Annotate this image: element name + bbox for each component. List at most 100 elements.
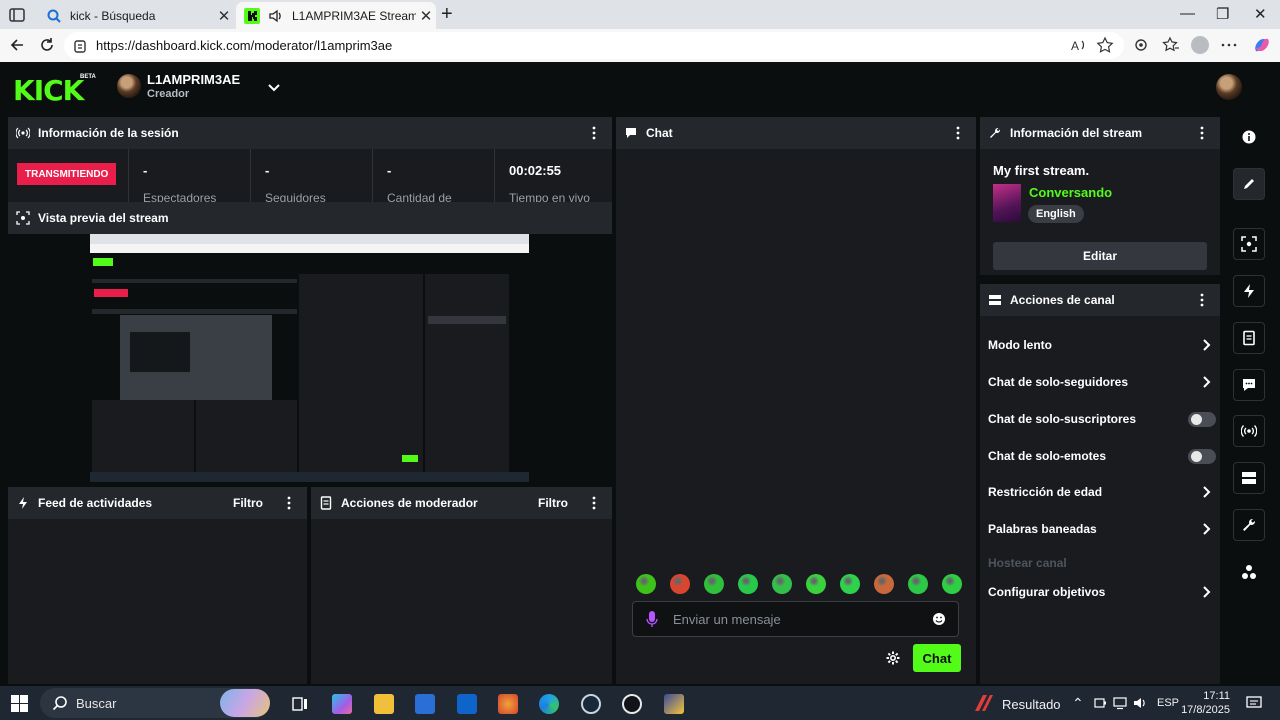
clock-time[interactable]: 17:11 <box>1196 690 1230 702</box>
edit-stream-button[interactable]: Editar <box>993 242 1207 270</box>
channel-action-item[interactable]: Chat de solo-emotes <box>988 444 1218 468</box>
window-close-icon[interactable]: ✕ <box>1254 5 1267 23</box>
emote-icon[interactable] <box>942 574 962 594</box>
emoji-picker-icon[interactable] <box>932 612 946 626</box>
emote-icon[interactable] <box>670 574 690 594</box>
info-icon[interactable] <box>1242 130 1256 144</box>
rail-stream-info-button[interactable] <box>1233 509 1265 541</box>
kebab-menu-icon[interactable] <box>281 495 297 511</box>
rail-session-button[interactable] <box>1233 415 1265 447</box>
activity-filter-button[interactable]: Filtro <box>233 496 263 510</box>
kebab-menu-icon[interactable] <box>586 495 602 511</box>
emote-icon[interactable] <box>772 574 792 594</box>
windows-start-icon[interactable] <box>11 695 28 712</box>
chat-input[interactable] <box>673 611 932 627</box>
channel-action-label: Configurar objetivos <box>988 585 1106 599</box>
rail-mod-actions-button[interactable] <box>1233 322 1265 354</box>
emote-icon[interactable] <box>704 574 724 594</box>
category-name[interactable]: Conversando <box>1029 185 1112 200</box>
results-label[interactable]: Resultado <box>1002 697 1061 712</box>
channel-action-item[interactable]: Configurar objetivos <box>988 580 1218 604</box>
lightning-icon <box>19 497 27 509</box>
chat-message-box[interactable] <box>632 601 959 637</box>
rail-channel-actions-button[interactable] <box>1233 462 1265 494</box>
kebab-menu-icon[interactable] <box>586 125 602 141</box>
tab-search[interactable]: kick - Búsqueda ✕ <box>38 2 234 29</box>
channel-action-item[interactable]: Palabras baneadas <box>988 517 1218 541</box>
emote-icon[interactable] <box>738 574 758 594</box>
stream-preview-video[interactable] <box>90 234 529 482</box>
microsoft-store-icon[interactable] <box>415 694 435 714</box>
rail-activity-button[interactable] <box>1233 275 1265 307</box>
clock-date[interactable]: 17/8/2025 <box>1172 704 1230 716</box>
profile-avatar[interactable] <box>1191 36 1209 54</box>
edge-browser-icon[interactable] <box>539 694 559 714</box>
toggle-switch[interactable] <box>1188 448 1216 464</box>
app-shortcut-icon[interactable] <box>664 694 684 714</box>
stat-value: 00:02:55 <box>509 163 562 178</box>
site-info-icon[interactable] <box>72 38 88 54</box>
file-explorer-icon[interactable] <box>374 694 394 714</box>
channel-action-label: Palabras baneadas <box>988 522 1097 536</box>
back-arrow-icon[interactable] <box>8 36 26 54</box>
favorites-icon[interactable] <box>1162 36 1180 54</box>
extension-icon[interactable] <box>1132 36 1150 54</box>
favorite-star-icon[interactable] <box>1096 36 1114 54</box>
chat-settings-gear-icon[interactable] <box>886 651 900 665</box>
chevron-right-icon <box>1203 339 1211 351</box>
close-tab-icon[interactable]: ✕ <box>416 7 436 25</box>
emote-icon[interactable] <box>874 574 894 594</box>
close-tab-icon[interactable]: ✕ <box>214 7 234 25</box>
chat-panel: Chat <box>616 117 976 684</box>
obs-studio-icon[interactable] <box>622 694 642 714</box>
speaker-icon[interactable] <box>268 8 284 24</box>
rail-preview-button[interactable] <box>1233 228 1265 260</box>
tab-kick-stream[interactable]: L1AMPRIM3AE Stream - Kick ✕ <box>236 2 436 29</box>
kick-logo[interactable]: KICK <box>13 74 84 107</box>
minimize-icon[interactable]: — <box>1180 5 1195 22</box>
channel-action-item[interactable]: Chat de solo-seguidores <box>988 370 1218 394</box>
network-icon[interactable] <box>1113 696 1127 710</box>
tab-actions-icon[interactable] <box>8 6 26 24</box>
steam-icon[interactable] <box>581 694 601 714</box>
moderator-filter-button[interactable]: Filtro <box>538 496 568 510</box>
address-bar[interactable]: https://dashboard.kick.com/moderator/l1a… <box>64 32 1124 59</box>
toggle-switch[interactable] <box>1188 411 1216 427</box>
browser-app-icon[interactable] <box>498 694 518 714</box>
tray-chevron-up-icon[interactable]: ⌃ <box>1072 695 1084 712</box>
new-tab-button[interactable]: + <box>441 3 453 26</box>
emote-icon[interactable] <box>806 574 826 594</box>
emote-icon[interactable] <box>908 574 928 594</box>
copilot-app-icon[interactable] <box>332 694 352 714</box>
user-avatar[interactable] <box>1216 74 1242 100</box>
results-app-icon[interactable] <box>973 693 995 713</box>
chat-bubble-icon <box>1243 379 1255 391</box>
layout-widgets-icon[interactable] <box>1241 564 1257 580</box>
refresh-icon[interactable] <box>38 36 56 54</box>
emote-icon[interactable] <box>636 574 656 594</box>
microphone-icon[interactable] <box>645 610 659 628</box>
volume-icon[interactable] <box>1133 696 1147 710</box>
maximize-icon[interactable]: ❐ <box>1216 5 1229 23</box>
task-view-icon[interactable] <box>290 694 310 714</box>
emote-icon[interactable] <box>840 574 860 594</box>
read-aloud-icon[interactable]: A <box>1070 36 1088 54</box>
channel-action-item[interactable]: Chat de solo-suscriptores <box>988 407 1218 431</box>
tab-title: kick - Búsqueda <box>70 8 156 23</box>
broadcast-icon <box>16 127 30 139</box>
channel-action-item[interactable]: Restricción de edad <box>988 480 1218 504</box>
beta-badge: BETA <box>80 74 96 80</box>
notifications-icon[interactable] <box>1246 695 1262 711</box>
rail-edit-button[interactable] <box>1233 168 1265 200</box>
kebab-menu-icon[interactable] <box>950 125 966 141</box>
channel-action-item[interactable]: Modo lento <box>988 333 1218 357</box>
outlook-icon[interactable] <box>457 694 477 714</box>
kebab-menu-icon[interactable] <box>1194 125 1210 141</box>
more-options-icon[interactable] <box>1220 36 1238 54</box>
send-chat-button[interactable]: Chat <box>913 644 961 672</box>
kebab-menu-icon[interactable] <box>1194 292 1210 308</box>
rail-chat-button[interactable] <box>1233 369 1265 401</box>
copilot-icon[interactable] <box>1252 35 1272 55</box>
battery-icon[interactable] <box>1093 696 1107 710</box>
channel-switch-chevron-down-icon[interactable] <box>266 79 282 95</box>
